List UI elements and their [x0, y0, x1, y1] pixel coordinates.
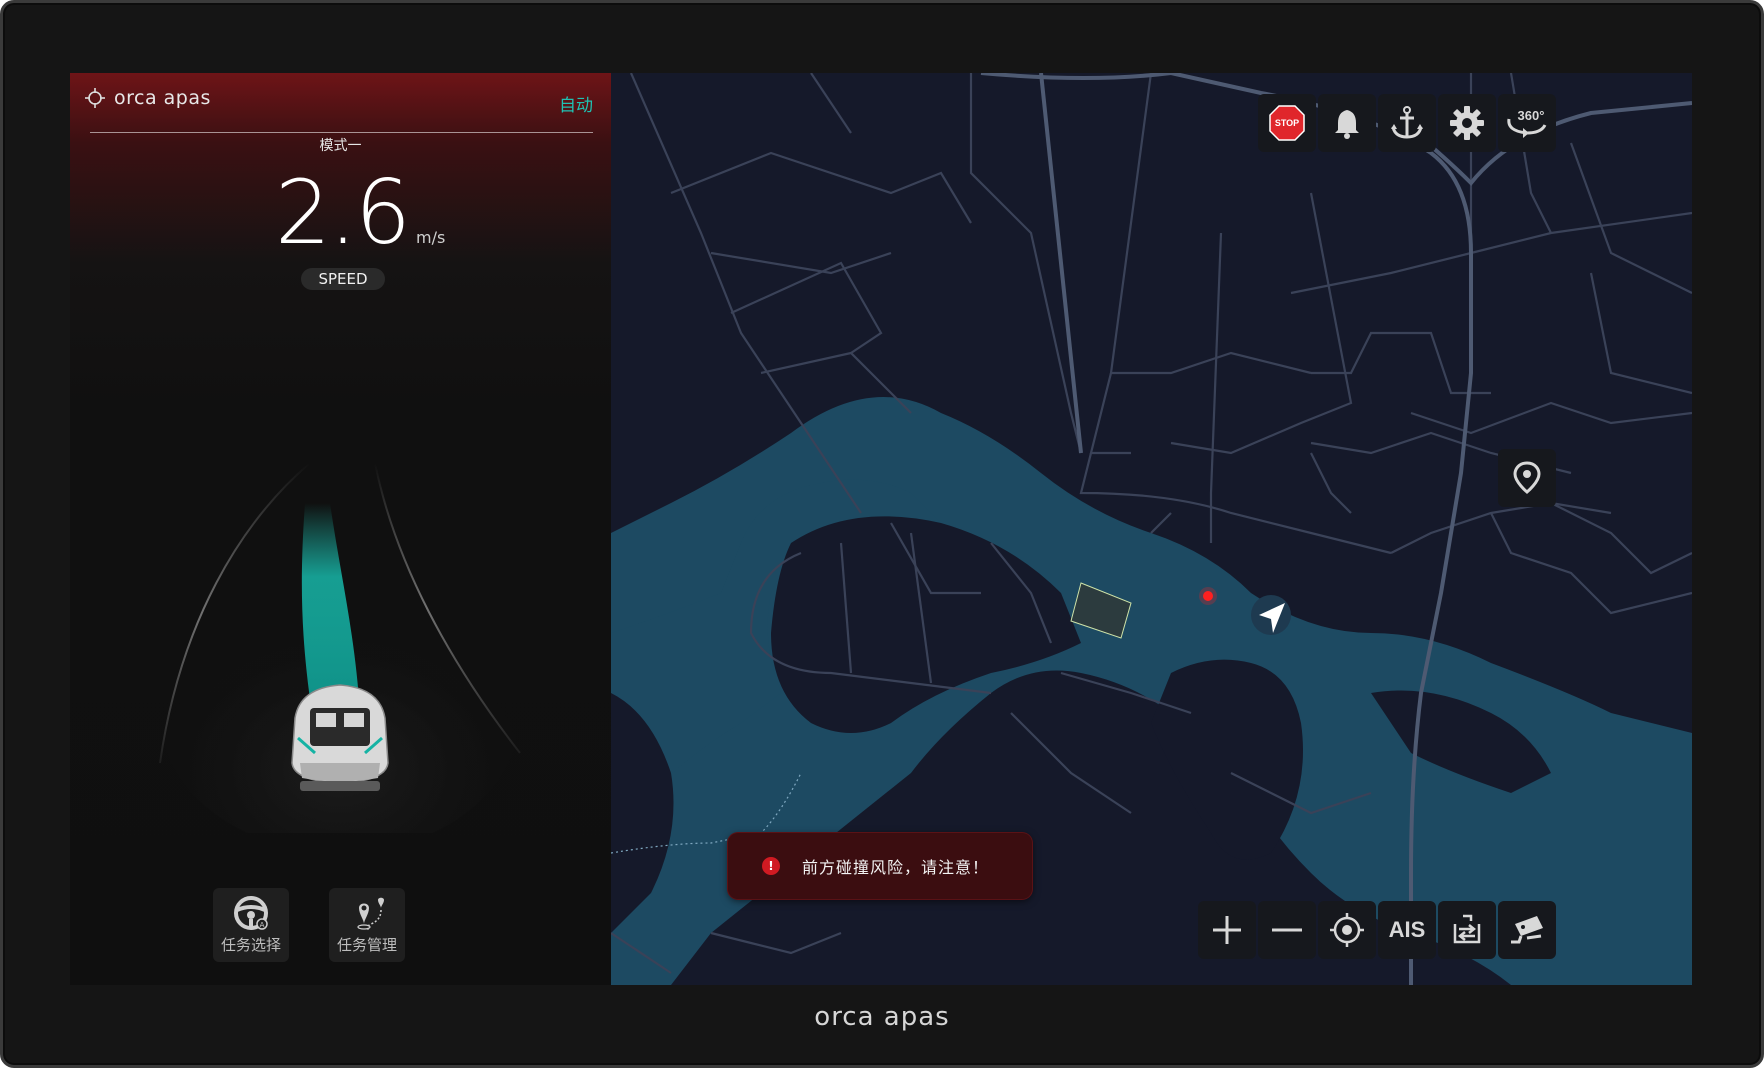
speed-value: 2.6	[275, 161, 411, 264]
brand-name: orca apas	[114, 87, 211, 109]
bezel-logo: orca apas	[0, 1002, 1764, 1032]
alarm-button[interactable]	[1318, 94, 1376, 152]
zoom-in-button[interactable]	[1198, 901, 1256, 959]
alert-icon: !	[762, 857, 780, 875]
swap-icon	[1453, 914, 1481, 944]
location-pin-icon	[1513, 461, 1541, 494]
anchor-icon	[1391, 106, 1423, 139]
boat-icon	[291, 684, 389, 791]
minus-icon	[1272, 928, 1302, 932]
screen: orca apas 自动 模式一 2.6 m/s SPEED A 任务选择 任务…	[70, 73, 1692, 985]
brand-logo: orca apas	[84, 87, 211, 109]
switch-view-button[interactable]	[1438, 901, 1496, 959]
locate-button[interactable]	[1318, 901, 1376, 959]
header-divider	[90, 132, 593, 133]
steering-wheel-icon: A	[234, 896, 268, 930]
bezel-brand-name: orca apas	[814, 1002, 950, 1032]
anchor-button[interactable]	[1378, 94, 1436, 152]
bell-icon	[1335, 110, 1359, 139]
gear-icon	[1450, 106, 1484, 140]
my-location-button[interactable]	[1498, 449, 1556, 507]
plus-icon	[1213, 916, 1241, 944]
alert-message: 前方碰撞风险，请注意！	[802, 858, 990, 877]
nautical-map[interactable]: STOP 360° AIS ! 前方碰撞风险，请注意！	[611, 73, 1692, 985]
task-select-label: 任务选择	[220, 936, 281, 954]
camera-button[interactable]	[1498, 901, 1556, 959]
speed-label: SPEED	[301, 268, 385, 290]
rotate-360-text: 360°	[1518, 108, 1545, 123]
task-select-button[interactable]: A 任务选择	[213, 888, 289, 962]
task-manage-button[interactable]: 任务管理	[329, 888, 405, 962]
collision-alert[interactable]: ! 前方碰撞风险，请注意！	[728, 833, 1032, 899]
stop-icon-text: STOP	[1275, 118, 1299, 128]
drive-mode-label[interactable]: 自动	[559, 91, 593, 116]
ais-button[interactable]: AIS	[1378, 901, 1436, 959]
stop-icon: STOP	[1269, 105, 1305, 141]
svg-text:A: A	[260, 921, 265, 929]
camera-icon	[1511, 916, 1543, 944]
own-ship-marker[interactable]	[1251, 595, 1291, 635]
route-pin-icon	[357, 897, 384, 931]
crosshair-logo-icon	[85, 88, 105, 108]
crosshair-icon	[1330, 913, 1364, 947]
settings-button[interactable]	[1438, 94, 1496, 152]
lane-view	[159, 463, 521, 833]
task-manage-label: 任务管理	[336, 936, 397, 954]
ais-label: AIS	[1388, 917, 1426, 942]
rotate-360-icon: 360°	[1507, 108, 1547, 138]
mode-name: 模式一	[319, 138, 362, 154]
vehicle-panel: orca apas 自动 模式一 2.6 m/s SPEED A 任务选择 任务…	[70, 73, 611, 985]
view-360-button[interactable]: 360°	[1498, 94, 1556, 152]
stop-button[interactable]: STOP	[1258, 94, 1316, 152]
zoom-out-button[interactable]	[1258, 901, 1316, 959]
speed-unit: m/s	[416, 228, 446, 247]
